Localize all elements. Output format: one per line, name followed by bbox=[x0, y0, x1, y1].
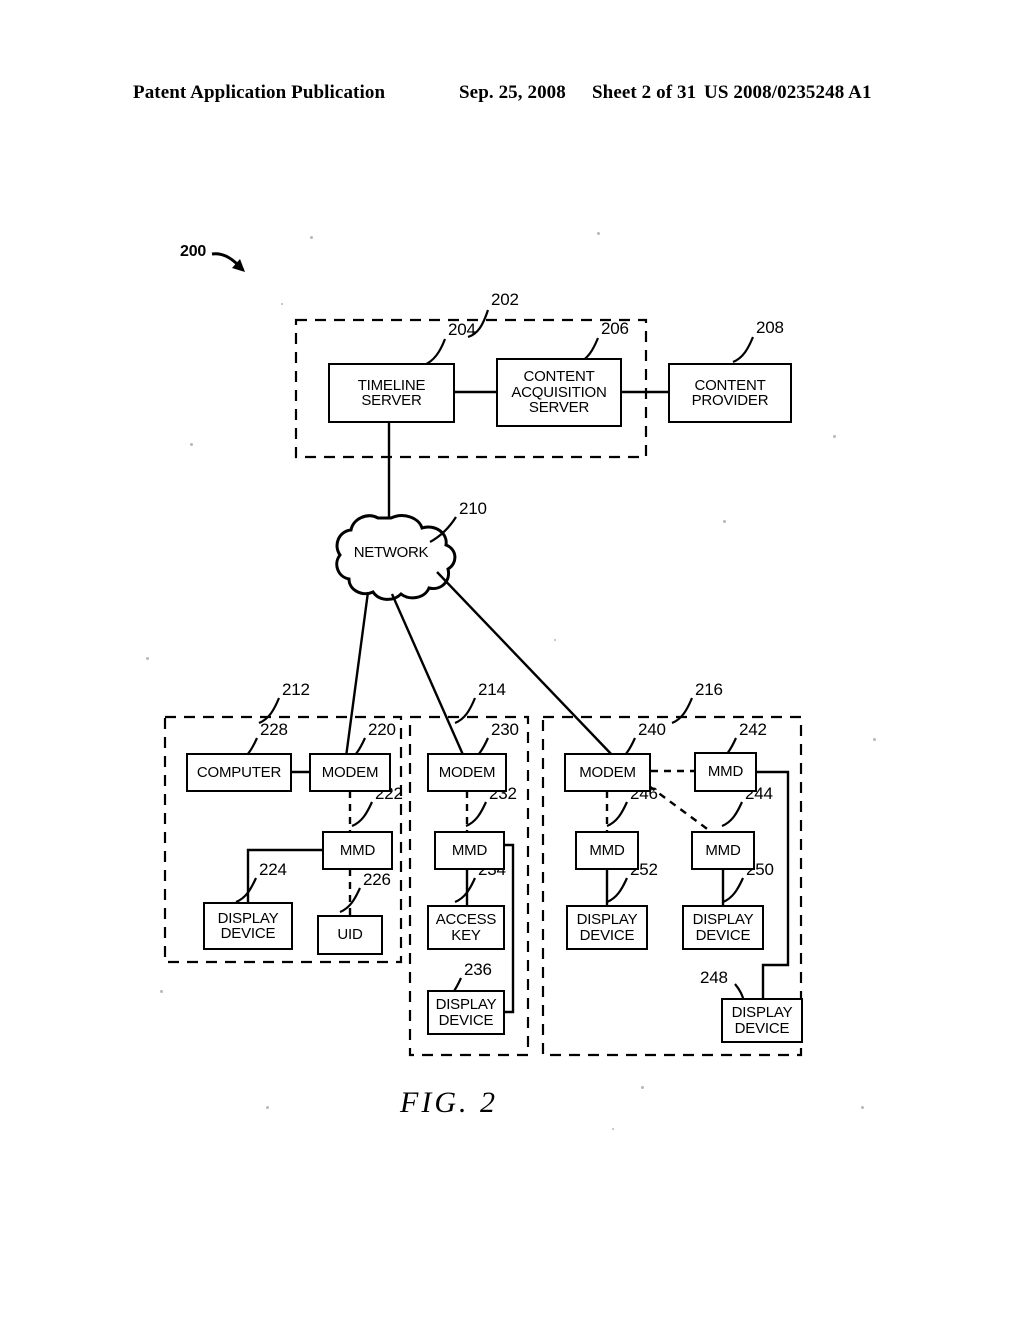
leader-246 bbox=[606, 801, 629, 828]
ref-204: 204 bbox=[448, 320, 476, 339]
scan-speckle bbox=[833, 435, 836, 438]
uid-226-box: UID bbox=[317, 915, 383, 955]
content-provider-label: CONTENT PROVIDER bbox=[691, 376, 769, 409]
ref-214: 214 bbox=[478, 680, 506, 699]
ref-208: 208 bbox=[756, 318, 784, 337]
display-device-236-label: DISPLAY DEVICE bbox=[435, 996, 497, 1029]
scan-speckle bbox=[190, 443, 193, 446]
diagram-vector-layer bbox=[163, 252, 803, 1057]
ref-200: 200 bbox=[180, 243, 207, 260]
scan-speckle bbox=[597, 232, 600, 235]
leader-224 bbox=[235, 877, 258, 904]
ref-216: 216 bbox=[695, 680, 723, 699]
display-device-248-label: DISPLAY DEVICE bbox=[731, 1004, 793, 1037]
scan-speckle bbox=[160, 990, 163, 993]
modem-220-label: MODEM bbox=[321, 763, 379, 781]
display-device-236-box: DISPLAY DEVICE bbox=[427, 990, 505, 1035]
content-acquisition-server-label: CONTENT ACQUISITION SERVER bbox=[511, 368, 607, 417]
leader-244 bbox=[721, 801, 744, 828]
uid-226-label: UID bbox=[337, 926, 363, 944]
mmd-244-box: MMD bbox=[691, 831, 755, 870]
access-key-234-box: ACCESS KEY bbox=[427, 905, 505, 950]
leader-232 bbox=[465, 801, 488, 828]
connector-cloud-modem-220 bbox=[344, 591, 370, 758]
timeline-server-box: TIMELINE SERVER bbox=[328, 363, 455, 423]
modem-230-box: MODEM bbox=[427, 753, 507, 792]
connector-cloud-modem-240 bbox=[436, 571, 615, 758]
ref-212: 212 bbox=[282, 680, 310, 699]
timeline-server-label: TIMELINE SERVER bbox=[357, 376, 426, 409]
leader-252 bbox=[606, 877, 629, 904]
ref-248: 248 bbox=[700, 968, 728, 987]
ref-226: 226 bbox=[363, 870, 391, 889]
leader-214 bbox=[454, 697, 477, 725]
modem-220-box: MODEM bbox=[309, 753, 391, 792]
mmd-246-label: MMD bbox=[589, 841, 625, 859]
display-device-250-box: DISPLAY DEVICE bbox=[682, 905, 764, 950]
ref-220: 220 bbox=[368, 720, 396, 739]
mmd-222-box: MMD bbox=[322, 831, 393, 870]
leader-234 bbox=[454, 877, 477, 904]
mmd-242-box: MMD bbox=[694, 752, 757, 792]
ref-236: 236 bbox=[464, 960, 492, 979]
connector-242-248 bbox=[757, 770, 790, 998]
access-key-234-label: ACCESS KEY bbox=[435, 911, 497, 944]
display-device-252-label: DISPLAY DEVICE bbox=[576, 911, 638, 944]
mmd-222-label: MMD bbox=[339, 841, 376, 859]
ref-240: 240 bbox=[638, 720, 666, 739]
scan-speckle bbox=[310, 236, 313, 239]
ref-202: 202 bbox=[491, 290, 519, 309]
mmd-242-label: MMD bbox=[707, 763, 744, 781]
scan-speckle bbox=[861, 1106, 864, 1109]
modem-230-label: MODEM bbox=[438, 763, 496, 781]
leader-208 bbox=[732, 336, 755, 364]
display-device-224-box: DISPLAY DEVICE bbox=[203, 902, 293, 950]
ref-206: 206 bbox=[601, 319, 629, 338]
leader-222 bbox=[351, 801, 374, 828]
mmd-232-label: MMD bbox=[451, 841, 488, 859]
scan-speckle bbox=[281, 303, 283, 305]
ref-224: 224 bbox=[259, 860, 287, 879]
connector-240-244 bbox=[648, 785, 711, 832]
connector-cloud-modem-230 bbox=[390, 593, 466, 758]
figure-caption: FIG. 2 bbox=[400, 1086, 498, 1119]
scan-speckle bbox=[873, 738, 876, 741]
mmd-232-box: MMD bbox=[434, 831, 505, 870]
scan-speckle bbox=[612, 1128, 614, 1130]
scan-speckle bbox=[266, 1106, 269, 1109]
ref-230: 230 bbox=[491, 720, 519, 739]
mmd-244-label: MMD bbox=[705, 841, 741, 859]
leader-250 bbox=[722, 877, 745, 904]
computer-228-label: COMPUTER bbox=[196, 763, 282, 781]
content-acquisition-server-box: CONTENT ACQUISITION SERVER bbox=[496, 358, 622, 427]
ref-210: 210 bbox=[459, 499, 487, 518]
network-cloud-label: NETWORK bbox=[353, 544, 429, 561]
display-device-248-box: DISPLAY DEVICE bbox=[721, 998, 803, 1043]
ref-242: 242 bbox=[739, 720, 767, 739]
ref-228: 228 bbox=[260, 720, 288, 739]
network-cloud: NETWORK bbox=[331, 517, 451, 593]
content-provider-box: CONTENT PROVIDER bbox=[668, 363, 792, 423]
scan-speckle bbox=[146, 657, 149, 660]
display-device-250-label: DISPLAY DEVICE bbox=[692, 911, 754, 944]
display-device-224-label: DISPLAY DEVICE bbox=[217, 909, 279, 942]
display-device-252-box: DISPLAY DEVICE bbox=[566, 905, 648, 950]
leader-204 bbox=[423, 338, 447, 367]
figure-2-diagram: 200 202 204 206 208 210 212 214 216 228 … bbox=[0, 0, 1024, 1320]
leader-216 bbox=[671, 697, 694, 725]
scan-speckle bbox=[723, 520, 726, 523]
modem-240-label: MODEM bbox=[579, 763, 636, 781]
computer-228-box: COMPUTER bbox=[186, 753, 292, 792]
mmd-246-box: MMD bbox=[575, 831, 639, 870]
modem-240-box: MODEM bbox=[564, 753, 651, 792]
scan-speckle bbox=[641, 1086, 644, 1089]
scan-speckle bbox=[554, 639, 556, 641]
